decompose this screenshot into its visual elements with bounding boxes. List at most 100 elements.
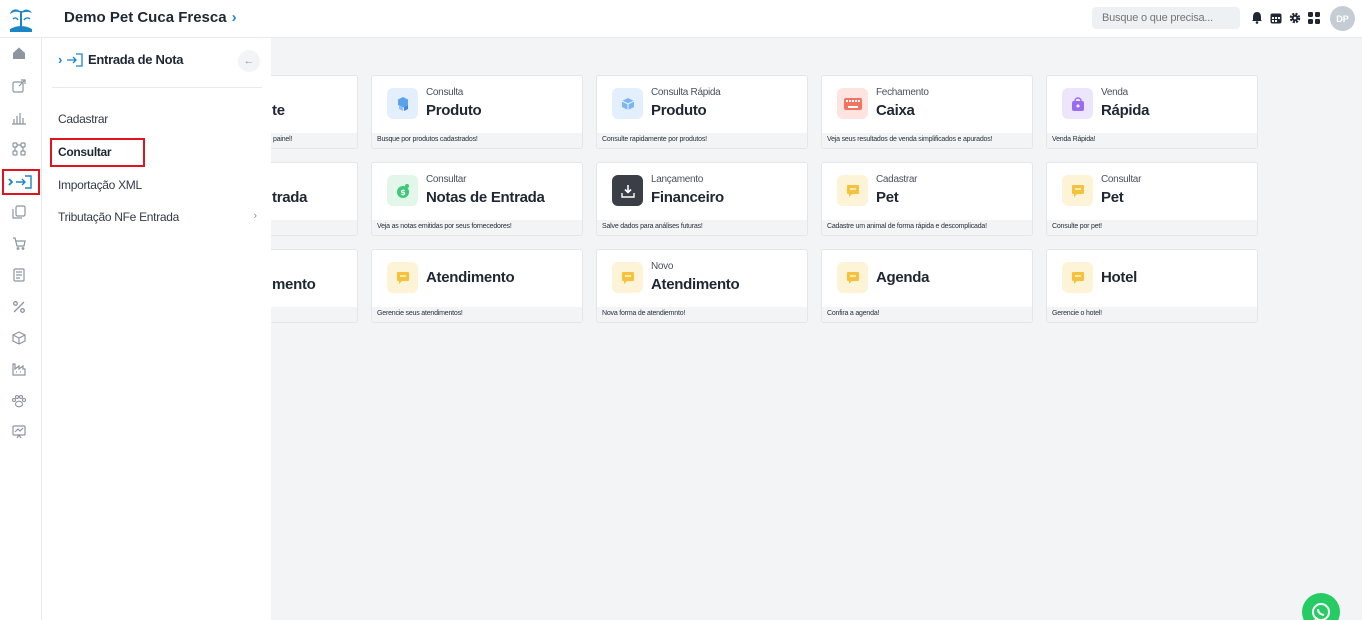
card-subtitle: Consultar (426, 174, 467, 185)
card-title: Atendimento (426, 269, 515, 286)
card-hotel[interactable]: Hotel Gerencie o hotel! (1046, 249, 1258, 323)
card-title: trada (272, 189, 308, 206)
card-title: Pet (876, 189, 899, 206)
chevron-right-icon: › (58, 52, 63, 67)
paw-icon[interactable] (8, 390, 30, 412)
svg-text:$: $ (400, 188, 406, 197)
apps-grid-icon[interactable] (1307, 11, 1320, 24)
card-fechamento-caixa[interactable]: Fechamento Caixa Veja seus resultados de… (821, 75, 1033, 149)
logo-icon[interactable] (8, 5, 34, 33)
card-description: Cadastre um animal de forma rápida e des… (822, 220, 1032, 235)
card-description: Consulte rapidamente por produtos! (597, 133, 807, 148)
card-description: Gerencie seus atendimentos! (372, 307, 582, 322)
bell-icon[interactable] (1250, 11, 1263, 24)
company-name: Demo Pet Cuca Fresca (64, 9, 227, 26)
card-title: Produto (426, 102, 482, 119)
card-description: Veja seus resultados de venda simplifica… (822, 133, 1032, 148)
card-title: Notas de Entrada (426, 189, 545, 206)
card-subtitle: Venda (1101, 87, 1128, 98)
download-icon (612, 175, 643, 206)
card-title: Rápida (1101, 102, 1150, 119)
card-agenda[interactable]: Agenda Confira a agenda! (821, 249, 1033, 323)
search-input[interactable] (1092, 7, 1240, 29)
home-icon[interactable] (8, 42, 30, 64)
card-subtitle: Consulta Rápida (651, 87, 721, 98)
card-title: Caixa (876, 102, 915, 119)
cube-icon (612, 88, 643, 119)
card-subtitle: Consultar (1101, 174, 1142, 185)
card-title: Financeiro (651, 189, 724, 206)
chat-icon (1062, 175, 1093, 206)
cart-icon[interactable] (8, 232, 30, 254)
receipt-icon[interactable] (8, 264, 30, 286)
card-cadastrar-pet[interactable]: Cadastrar Pet Cadastre um animal de form… (821, 162, 1033, 236)
card-title: Produto (651, 102, 707, 119)
card-title: Hotel (1101, 269, 1138, 286)
card-venda-rapida[interactable]: Venda Rápida Venda Rápida! (1046, 75, 1258, 149)
chat-icon (837, 175, 868, 206)
card-description: Venda Rápida! (1047, 133, 1257, 148)
keyboard-icon (837, 88, 868, 119)
chat-icon (387, 262, 418, 293)
connections-icon[interactable] (8, 138, 30, 160)
money-icon: $ (387, 175, 418, 206)
card-title: Pet (1101, 189, 1124, 206)
card-description: Salve dados para análises futuras! (597, 220, 807, 235)
factory-icon[interactable] (8, 358, 30, 380)
cubes-icon (387, 88, 418, 119)
settings-icon[interactable] (1288, 11, 1301, 24)
card-atendimento[interactable]: Atendimento Gerencie seus atendimentos! (371, 249, 583, 323)
card-novo-atendimento[interactable]: Novo Atendimento Nova forma de atendiemn… (596, 249, 808, 323)
whatsapp-button[interactable] (1302, 593, 1340, 620)
chat-icon (837, 262, 868, 293)
percent-icon[interactable] (8, 296, 30, 318)
chevron-right-icon: › (253, 210, 257, 222)
external-link-icon[interactable] (8, 75, 30, 97)
collapse-button[interactable]: ← (238, 50, 260, 72)
card-lancamento-financeiro[interactable]: Lançamento Financeiro Salve dados para a… (596, 162, 808, 236)
chat-icon (1062, 262, 1093, 293)
menu-item-cadastrar[interactable]: Cadastrar (58, 112, 108, 126)
panel-title: › Entrada de Nota (58, 52, 184, 67)
card-description: Busque por produtos cadastrados! (372, 133, 582, 148)
card-consulta-rapida-produto[interactable]: Consulta Rápida Produto Consulte rapidam… (596, 75, 808, 149)
card-title: Atendimento (651, 276, 740, 293)
card-title: mento (272, 276, 316, 293)
arrow-left-icon: ← (243, 55, 255, 67)
card-subtitle: Fechamento (876, 87, 929, 98)
calendar-icon[interactable] (1269, 11, 1282, 24)
menu-item-consultar[interactable]: Consultar (50, 138, 145, 167)
bar-chart-icon[interactable] (8, 107, 30, 129)
card-notas-de-entrada[interactable]: $ Consultar Notas de Entrada Veja as not… (371, 162, 583, 236)
chevron-right-icon: › (231, 9, 237, 26)
box-icon[interactable] (8, 327, 30, 349)
sidebar-rail (0, 38, 42, 620)
card-description: Veja as notas emitidas por seus forneced… (372, 220, 582, 235)
menu-item-importacao-xml[interactable]: Importação XML (58, 178, 142, 192)
card-consultar-pet[interactable]: Consultar Pet Consulte por pet! (1046, 162, 1258, 236)
presentation-icon[interactable] (8, 421, 30, 443)
documents-icon[interactable] (8, 201, 30, 223)
card-subtitle: Novo (651, 261, 674, 272)
menu-item-tributacao-nfe-entrada[interactable]: Tributação NFe Entrada (58, 210, 179, 224)
card-consulta-produto[interactable]: Consulta Produto Busque por produtos cad… (371, 75, 583, 149)
company-selector[interactable]: Demo Pet Cuca Fresca › (64, 9, 237, 26)
shopping-bag-icon (1062, 88, 1093, 119)
card-title: te (272, 102, 285, 119)
avatar[interactable]: DP (1330, 6, 1355, 31)
card-description: Gerencie o hotel! (1047, 307, 1257, 322)
rail-item-entrada-nota[interactable] (2, 169, 40, 195)
card-description: Consulte por pet! (1047, 220, 1257, 235)
divider (52, 87, 262, 88)
card-title: Agenda (876, 269, 930, 286)
card-subtitle: Lançamento (651, 174, 704, 185)
panel-title-text: Entrada de Nota (88, 52, 184, 67)
submenu-panel: › Entrada de Nota ← Cadastrar Consultar … (42, 38, 271, 620)
card-subtitle: Cadastrar (876, 174, 918, 185)
card-description: Confira a agenda! (822, 307, 1032, 322)
whatsapp-icon (1312, 603, 1330, 620)
chat-icon (612, 262, 643, 293)
entrada-nota-icon (67, 52, 83, 67)
card-description: Nova forma de atendiemnto! (597, 307, 807, 322)
card-subtitle: Consulta (426, 87, 464, 98)
